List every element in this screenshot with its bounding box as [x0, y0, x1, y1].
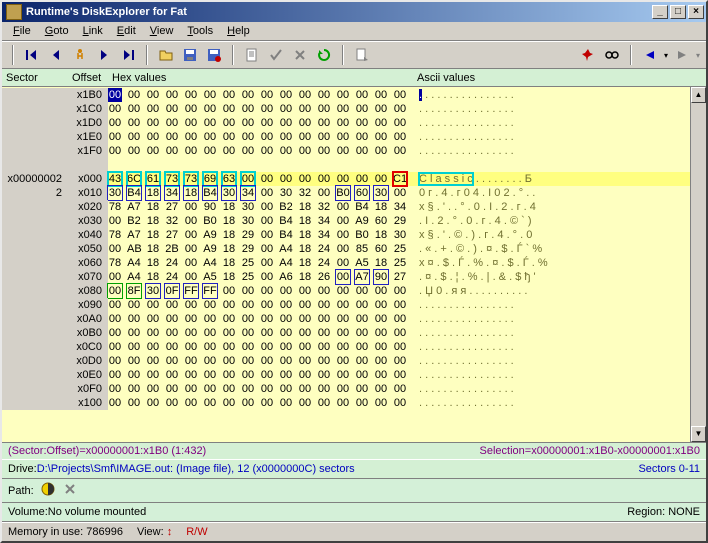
- titlebar: Runtime's DiskExplorer for Fat _ □ ×: [2, 2, 706, 22]
- hex-row[interactable]: x0D000000000000000000000000000000000. . …: [2, 354, 690, 368]
- hex-row[interactable]: 2x01030B4183418B4303400303200B06030000 г…: [2, 186, 690, 200]
- menu-file[interactable]: File: [6, 23, 38, 39]
- menu-link[interactable]: Link: [76, 23, 110, 39]
- col-hex: Hex values: [108, 70, 413, 86]
- volume-value: No volume mounted: [48, 506, 146, 518]
- app-icon: [6, 4, 22, 20]
- hex-row[interactable]: x05000AB182B00A9182900A4182400856025. « …: [2, 242, 690, 256]
- path-icon2[interactable]: [62, 481, 78, 500]
- scroll-up-button[interactable]: ▲: [691, 87, 706, 103]
- hex-row[interactable]: [2, 158, 690, 172]
- status-line: (Sector:Offset)=x00000001:x1B0 (1:432) S…: [2, 442, 706, 459]
- hex-row[interactable]: x1C000000000000000000000000000000000. . …: [2, 102, 690, 116]
- hex-row[interactable]: x02078A718270090183000B2183200B41834x § …: [2, 200, 690, 214]
- view-h-icon[interactable]: ↕: [167, 526, 173, 538]
- region-value: NONE: [668, 506, 700, 518]
- bottom-bar: Memory in use: 786996 View: ↕ R/W: [2, 522, 706, 541]
- fwd-button[interactable]: [672, 45, 692, 65]
- menu-tools[interactable]: Tools: [180, 23, 220, 39]
- menu-view[interactable]: View: [143, 23, 181, 39]
- save-button[interactable]: [180, 45, 200, 65]
- toolbar: ▾ ▾: [2, 41, 706, 69]
- drive-label: Drive:: [8, 463, 37, 475]
- hex-row[interactable]: x03000B2183200B0183000B4183400A96029. I …: [2, 214, 690, 228]
- menubar: File Goto Link Edit View Tools Help: [2, 22, 706, 41]
- hex-row[interactable]: x10000000000000000000000000000000000. . …: [2, 396, 690, 410]
- drive-sectors: Sectors 0-11: [638, 463, 700, 475]
- pin-button[interactable]: [578, 45, 598, 65]
- col-ascii: Ascii values: [413, 70, 479, 86]
- drive-line: Drive: D:\Projects\Smf\IMAGE.out: (Image…: [2, 459, 706, 479]
- maximize-button[interactable]: □: [670, 5, 686, 19]
- rw-indicator: R/W: [186, 526, 207, 538]
- menu-edit[interactable]: Edit: [110, 23, 143, 39]
- hex-row[interactable]: x0E000000000000000000000000000000000. . …: [2, 368, 690, 382]
- column-header: Sector Offset Hex values Ascii values: [2, 69, 706, 87]
- next-button[interactable]: [94, 45, 114, 65]
- path-label: Path:: [8, 485, 34, 497]
- hex-row[interactable]: x07000A4182400A5182500A6182600A79027. ¤ …: [2, 270, 690, 284]
- window-title: Runtime's DiskExplorer for Fat: [26, 6, 187, 18]
- hex-row[interactable]: x1E000000000000000000000000000000000. . …: [2, 130, 690, 144]
- doc-arrow-button[interactable]: [352, 45, 372, 65]
- region-label: Region:: [627, 506, 668, 518]
- col-sector: Sector: [2, 70, 68, 86]
- link-button[interactable]: [602, 45, 622, 65]
- path-line: Path:: [2, 479, 706, 503]
- hex-row[interactable]: x1F000000000000000000000000000000000. . …: [2, 144, 690, 158]
- cursor-pos: (Sector:Offset)=x00000001:x1B0 (1:432): [8, 445, 206, 457]
- first-button[interactable]: [22, 45, 42, 65]
- volume-line: Volume: No volume mounted Region: NONE: [2, 503, 706, 522]
- hex-row[interactable]: x0A000000000000000000000000000000000. . …: [2, 312, 690, 326]
- view-label: View:: [137, 526, 164, 538]
- scroll-down-button[interactable]: ▼: [691, 426, 706, 442]
- menu-goto[interactable]: Goto: [38, 23, 76, 39]
- hex-row[interactable]: x080008F300FFFFF00000000000000000000. Џ …: [2, 284, 690, 298]
- last-button[interactable]: [118, 45, 138, 65]
- hex-row[interactable]: x0C000000000000000000000000000000000. . …: [2, 340, 690, 354]
- hex-row[interactable]: x04078A7182700A9182900B4183400B01830x § …: [2, 228, 690, 242]
- hex-row[interactable]: x00000002x000436C61737369630000000000000…: [2, 172, 690, 186]
- volume-label: Volume:: [8, 506, 48, 518]
- memory-info: Memory in use: 786996: [8, 526, 123, 538]
- path-icon1[interactable]: [40, 481, 56, 500]
- save2-button[interactable]: [204, 45, 224, 65]
- hex-row[interactable]: x0F000000000000000000000000000000000. . …: [2, 382, 690, 396]
- walk-button[interactable]: [70, 45, 90, 65]
- drive-path: D:\Projects\Smf\IMAGE.out: (Image file),…: [37, 463, 355, 475]
- vscrollbar[interactable]: ▲ ▼: [690, 87, 706, 442]
- check-button[interactable]: [266, 45, 286, 65]
- hex-row[interactable]: x1D000000000000000000000000000000000. . …: [2, 116, 690, 130]
- hex-row[interactable]: x09000000000000000000000000000000000. . …: [2, 298, 690, 312]
- minimize-button[interactable]: _: [652, 5, 668, 19]
- x-button[interactable]: [290, 45, 310, 65]
- hex-row[interactable]: x06078A4182400A4182500A4182400A51825x ¤ …: [2, 256, 690, 270]
- doc-button[interactable]: [242, 45, 262, 65]
- col-offset: Offset: [68, 70, 108, 86]
- open-button[interactable]: [156, 45, 176, 65]
- hex-row[interactable]: x1B000000000000000000000000000000000. . …: [2, 88, 690, 102]
- prev-button[interactable]: [46, 45, 66, 65]
- refresh-button[interactable]: [314, 45, 334, 65]
- hex-row[interactable]: x0B000000000000000000000000000000000. . …: [2, 326, 690, 340]
- selection-info: Selection=x00000001:x1B0-x00000001:x1B0: [480, 445, 700, 457]
- back-button[interactable]: [640, 45, 660, 65]
- hex-grid[interactable]: x1B000000000000000000000000000000000. . …: [2, 87, 706, 442]
- menu-help[interactable]: Help: [220, 23, 257, 39]
- close-button[interactable]: ×: [688, 5, 704, 19]
